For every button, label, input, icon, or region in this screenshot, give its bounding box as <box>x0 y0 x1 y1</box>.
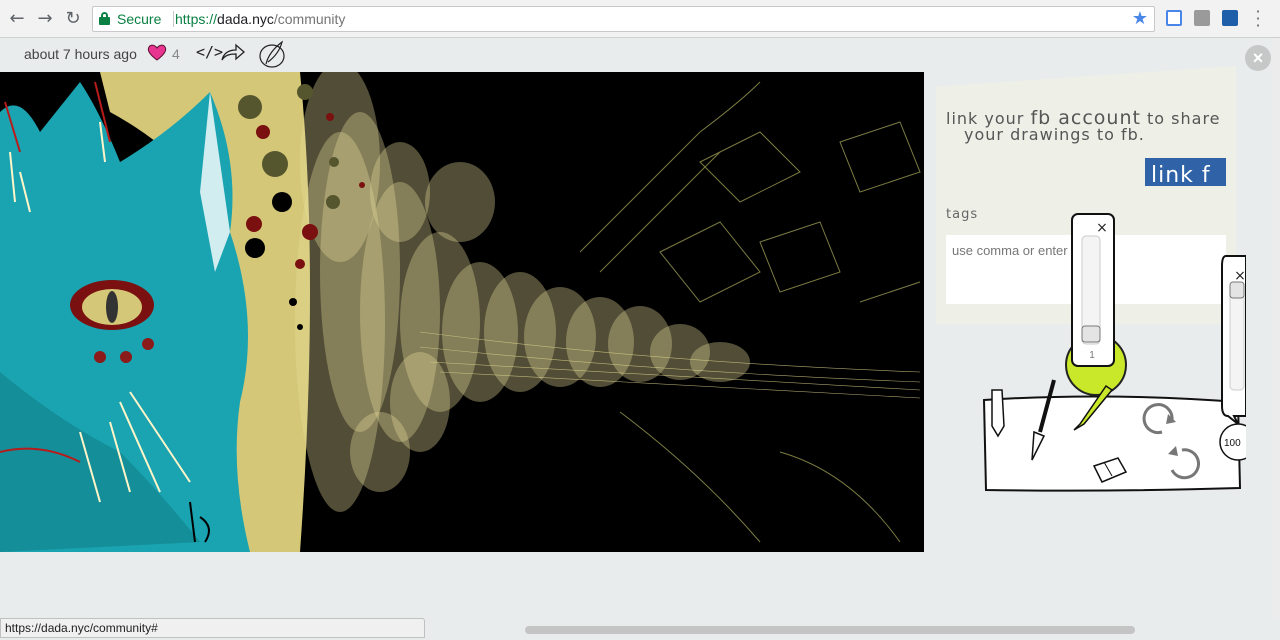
omnibox-divider <box>173 11 174 27</box>
horizontal-scrollbar[interactable] <box>525 626 1135 634</box>
drawing-image <box>0 72 924 552</box>
close-icon[interactable]: × <box>1245 45 1271 71</box>
like-count: 4 <box>172 46 180 62</box>
extension-icon-2[interactable] <box>1194 10 1210 26</box>
browser-toolbar: ← → ↻ Secure https://dada.nyc/community … <box>0 0 1280 38</box>
secure-label: Secure <box>117 11 162 27</box>
drawing-tools: × 1 × 100 <box>982 213 1246 492</box>
url-text[interactable]: https://dada.nyc/community <box>175 11 345 27</box>
forward-icon[interactable]: → <box>34 8 56 30</box>
brush-size-slider[interactable]: × <box>1071 213 1115 367</box>
feather-icon[interactable] <box>258 38 288 70</box>
heart-icon[interactable] <box>146 42 168 62</box>
back-icon[interactable]: ← <box>6 8 28 30</box>
reload-icon[interactable]: ↻ <box>62 8 84 30</box>
zoom-label: 100 <box>1224 438 1241 449</box>
brush-size-value: 1 <box>1089 350 1095 361</box>
post-time: about 7 hours ago <box>24 46 137 62</box>
svg-text:×: × <box>1096 220 1108 236</box>
status-bar: https://dada.nyc/community# <box>0 618 425 638</box>
address-bar[interactable]: Secure https://dada.nyc/community ★ <box>92 6 1155 32</box>
fb-link-text: link your fb account to share your drawi… <box>946 107 1221 144</box>
opacity-slider[interactable]: × <box>1221 255 1246 425</box>
star-icon[interactable]: ★ <box>1132 8 1148 29</box>
lock-icon <box>99 12 110 25</box>
extension-icon-1[interactable] <box>1166 10 1182 26</box>
menu-icon[interactable]: · · · <box>1252 4 1264 34</box>
share-icon[interactable] <box>220 43 246 63</box>
post-meta: about 7 hours ago 4 </> <box>0 38 1280 72</box>
link-facebook-button[interactable]: link f <box>1145 158 1226 186</box>
extension-icon-3[interactable] <box>1222 10 1238 26</box>
tags-label: tags <box>946 207 979 222</box>
vertical-scrollbar[interactable] <box>1272 38 1280 618</box>
pencil-icon[interactable] <box>991 389 1005 438</box>
